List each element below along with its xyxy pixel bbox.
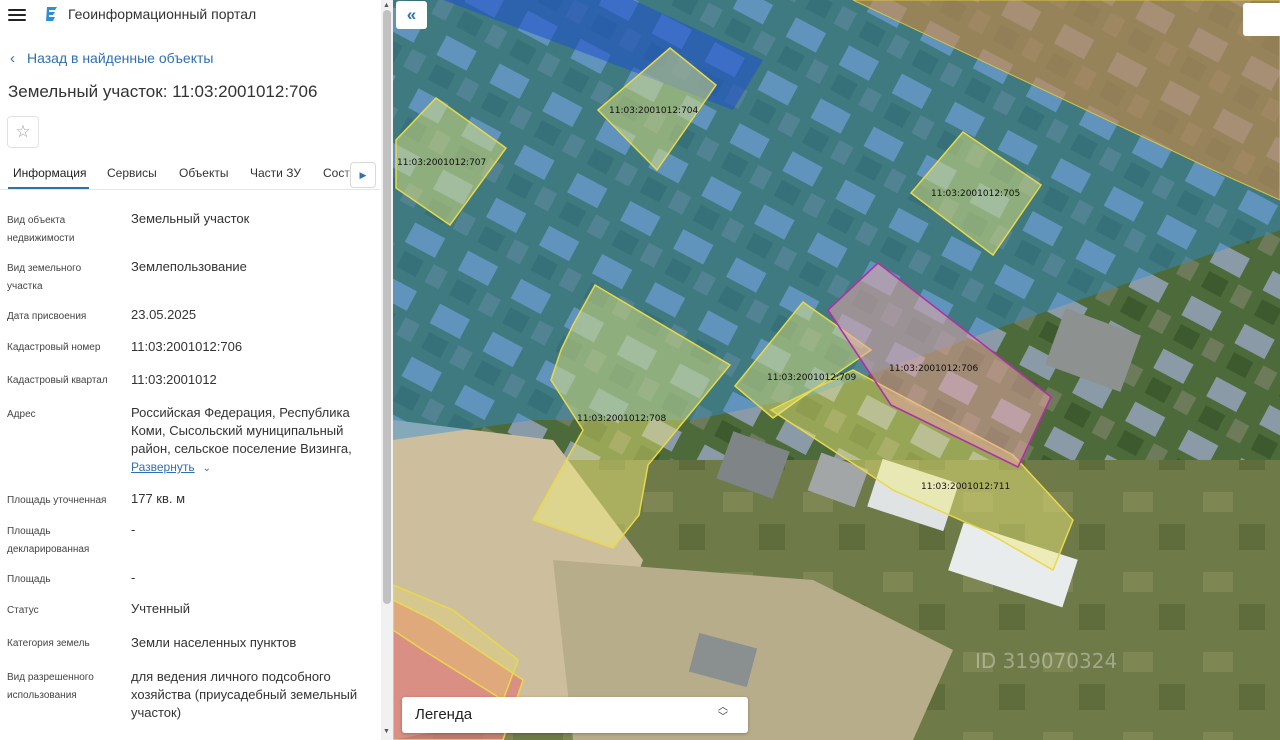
detail-value-address: Российская Федерация, Республика Коми, С… <box>131 404 369 478</box>
detail-label-land-category: Категория земель <box>7 638 90 649</box>
detail-value-land-category: Земли населенных пунктов <box>131 635 297 650</box>
parcel-label-711[interactable]: 11:03:2001012:711 <box>921 482 1010 492</box>
expand-address-link[interactable]: Развернуть <box>131 460 195 474</box>
sort-arrows-icon: ︿ ﹀ <box>718 702 728 723</box>
star-icon: ☆ <box>15 122 31 141</box>
watermark: ID 319070324 <box>975 649 1117 673</box>
favorite-button[interactable]: ☆ <box>7 116 39 148</box>
parcel-label-706[interactable]: 11:03:2001012:706 <box>889 364 979 374</box>
panel-scrollbar[interactable]: ▲ ▼ <box>381 0 393 740</box>
map-control-button[interactable] <box>1243 3 1280 36</box>
map-canvas[interactable]: 11:03:2001012:704 11:03:2001012:707 11:0… <box>393 0 1280 740</box>
tab-parts[interactable]: Части ЗУ <box>250 166 301 180</box>
detail-label-area-declared: Площадь декларированная <box>7 526 90 555</box>
back-link-label: Назад в найденные объекты <box>27 50 214 66</box>
detail-value-cadastral-number: 11:03:2001012:706 <box>131 339 243 354</box>
logo-icon <box>46 7 57 21</box>
collapse-panel-button[interactable]: « <box>396 1 427 29</box>
legend-label: Легенда <box>415 706 473 723</box>
detail-label-area: Площадь <box>7 574 51 585</box>
detail-label-cadastral-number: Кадастровый номер <box>7 342 101 353</box>
map-view[interactable]: 11:03:2001012:704 11:03:2001012:707 11:0… <box>393 0 1280 740</box>
detail-label-cadastral-quarter: Кадастровый квартал <box>7 375 108 386</box>
address-text: Российская Федерация, Республика Коми, С… <box>131 405 352 456</box>
parcel-label-709[interactable]: 11:03:2001012:709 <box>767 373 857 383</box>
scroll-thumb[interactable] <box>383 10 391 604</box>
legend-dropdown[interactable]: Легенда ︿ ﹀ <box>402 697 748 733</box>
parcel-label-707[interactable]: 11:03:2001012:707 <box>397 158 486 168</box>
detail-value-cadastral-quarter: 11:03:2001012 <box>131 372 217 387</box>
chevron-right-icon: ▶ <box>359 169 367 180</box>
scroll-down-icon[interactable]: ▼ <box>383 728 390 735</box>
tab-bar: Информация Сервисы Объекты Части ЗУ Сост… <box>0 160 380 190</box>
detail-label-address: Адрес <box>7 409 36 420</box>
detail-value-area-specified: 177 кв. м <box>131 491 186 506</box>
double-chevron-left-icon: « <box>406 5 417 24</box>
active-tab-indicator <box>8 187 89 189</box>
parcel-label-708[interactable]: 11:03:2001012:708 <box>577 414 667 424</box>
detail-label-area-specified: Площадь уточненная <box>7 495 107 506</box>
back-link[interactable]: ‹ Назад в найденные объекты <box>10 50 213 66</box>
scroll-up-icon[interactable]: ▲ <box>383 2 390 9</box>
menu-icon[interactable] <box>8 6 26 22</box>
tab-info[interactable]: Информация <box>13 166 86 180</box>
detail-value-area: - <box>131 570 136 585</box>
detail-value-object-type: Земельный участок <box>131 211 250 226</box>
chevron-down-icon[interactable]: ⌄ <box>203 463 211 474</box>
detail-label-status: Статус <box>7 605 39 616</box>
info-panel: Геоинформационный портал ‹ Назад в найде… <box>0 0 393 740</box>
app-header: Геоинформационный портал <box>0 0 380 30</box>
tabs-scroll-right-button[interactable]: ▶ <box>350 162 376 188</box>
detail-value-area-declared: - <box>131 522 136 537</box>
detail-value-assign-date: 23.05.2025 <box>131 307 197 322</box>
parcel-label-704[interactable]: 11:03:2001012:704 <box>609 106 699 116</box>
app-title: Геоинформационный портал <box>68 6 257 22</box>
detail-label-object-type: Вид объекта недвижимости <box>7 215 75 244</box>
detail-value-land-type: Землепользование <box>131 259 247 274</box>
page-title: Земельный участок: 11:03:2001012:706 <box>8 82 318 101</box>
chevron-left-icon: ‹ <box>10 49 15 67</box>
tab-objects[interactable]: Объекты <box>179 166 229 180</box>
detail-label-land-type: Вид земельного участка <box>7 263 82 292</box>
detail-value-status: Учтенный <box>131 601 191 616</box>
tab-services[interactable]: Сервисы <box>107 166 157 180</box>
detail-value-permitted-use: для ведения личного подсобного хозяйства… <box>131 669 358 720</box>
detail-label-permitted-use: Вид разрешенного использования <box>7 672 94 701</box>
detail-label-assign-date: Дата присвоения <box>7 311 87 322</box>
parcel-label-705[interactable]: 11:03:2001012:705 <box>931 189 1020 199</box>
